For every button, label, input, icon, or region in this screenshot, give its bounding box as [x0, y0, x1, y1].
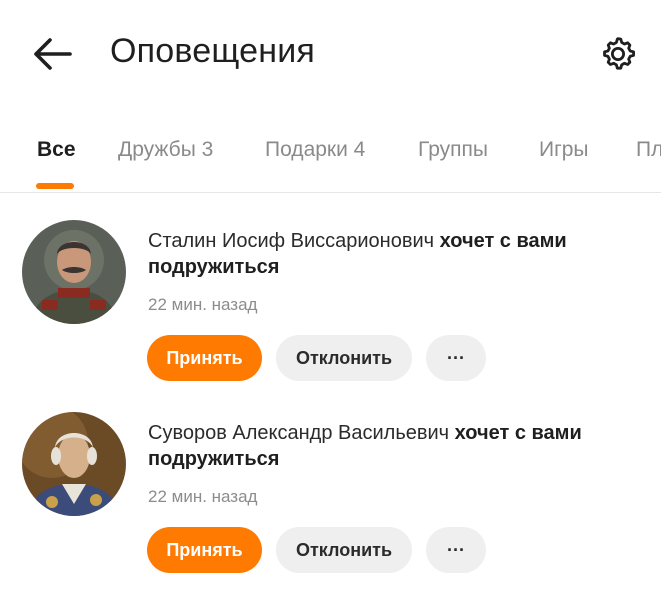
tab-friendships[interactable]: Дружбы 3 [118, 138, 213, 162]
more-options-button[interactable]: ··· [426, 527, 486, 573]
tab-groups[interactable]: Группы [418, 138, 488, 162]
timestamp: 22 мин. назад [148, 295, 258, 314]
active-tab-indicator [36, 183, 74, 189]
decline-button[interactable]: Отклонить [276, 335, 412, 381]
avatar[interactable] [22, 412, 126, 516]
accept-button[interactable]: Принять [147, 527, 262, 573]
notification-text: Сталин Иосиф Виссарионович хочет с вами … [148, 228, 628, 280]
notification-item: Сталин Иосиф Виссарионович хочет с вами … [0, 200, 661, 390]
gear-icon [603, 37, 635, 70]
back-button[interactable] [30, 34, 74, 74]
sender-name[interactable]: Суворов Александр Васильевич [148, 422, 449, 444]
tab-all[interactable]: Все [37, 138, 76, 162]
notification-text: Суворов Александр Васильевич хочет с вам… [148, 420, 628, 472]
notification-item: Суворов Александр Васильевич хочет с вам… [0, 392, 661, 582]
tab-more[interactable]: Пл [636, 138, 661, 162]
tab-games[interactable]: Игры [539, 138, 589, 162]
decline-button[interactable]: Отклонить [276, 527, 412, 573]
portrait-image [22, 412, 126, 516]
page-title: Оповещения [110, 32, 316, 70]
settings-button[interactable] [594, 30, 642, 78]
accept-button[interactable]: Принять [147, 335, 262, 381]
more-options-button[interactable]: ··· [426, 335, 486, 381]
portrait-image [22, 220, 126, 324]
arrow-left-icon [34, 38, 72, 70]
avatar[interactable] [22, 220, 126, 324]
timestamp: 22 мин. назад [148, 487, 258, 506]
tab-gifts[interactable]: Подарки 4 [265, 138, 365, 162]
tab-bar: Все Дружбы 3 Подарки 4 Группы Игры Пл [0, 120, 661, 193]
sender-name[interactable]: Сталин Иосиф Виссарионович [148, 230, 434, 252]
header: Оповещения [0, 0, 661, 110]
